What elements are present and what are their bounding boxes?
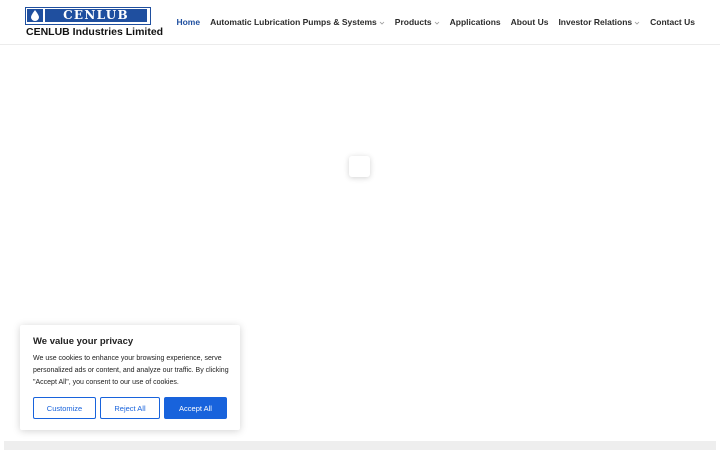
main-navigation: Home Automatic Lubrication Pumps & Syste… — [166, 16, 695, 28]
reject-all-button[interactable]: Reject All — [100, 397, 160, 419]
logo-wordmark: CENLUB — [45, 9, 147, 22]
nav-item-contact-us[interactable]: Contact Us — [650, 16, 695, 28]
cookie-actions: Customize Reject All Accept All — [33, 397, 227, 420]
nav-item-about-us[interactable]: About Us — [511, 16, 549, 28]
page: CENLUB CENLUB Industries Limited Home Au… — [0, 0, 720, 450]
cookie-description: We use cookies to enhance your browsing … — [33, 355, 229, 386]
nav-item-label: Applications — [449, 17, 501, 27]
nav-item-products[interactable]: Products — [395, 16, 440, 28]
logo-mark: CENLUB — [25, 7, 151, 25]
company-name: CENLUB Industries Limited — [26, 26, 164, 38]
nav-item-home[interactable]: Home — [176, 16, 200, 28]
oil-drop-icon — [27, 9, 43, 22]
nav-item-lubrication-systems[interactable]: Automatic Lubrication Pumps & Systems — [210, 16, 385, 28]
page-footer-edge — [4, 441, 716, 450]
nav-item-label: Contact Us — [650, 17, 695, 27]
chevron-down-icon — [379, 18, 385, 25]
customize-button[interactable]: Customize — [33, 397, 96, 419]
chevron-down-icon — [634, 18, 640, 25]
company-logo[interactable]: CENLUB CENLUB Industries Limited — [25, 7, 163, 39]
chevron-down-icon — [434, 18, 440, 25]
nav-item-investor-relations[interactable]: Investor Relations — [558, 16, 640, 28]
loading-spinner — [349, 156, 370, 177]
cookie-consent-banner: We value your privacy We use cookies to … — [20, 325, 240, 430]
nav-item-label: Automatic Lubrication Pumps & Systems — [210, 17, 377, 27]
nav-item-label: Home — [176, 17, 201, 27]
accept-all-button[interactable]: Accept All — [164, 397, 227, 419]
nav-item-label: Investor Relations — [558, 17, 633, 27]
site-header: CENLUB CENLUB Industries Limited Home Au… — [0, 0, 720, 45]
nav-item-label: About Us — [510, 17, 549, 27]
cookie-title: We value your privacy — [33, 336, 134, 347]
nav-item-label: Products — [394, 17, 432, 27]
nav-item-applications[interactable]: Applications — [450, 16, 501, 28]
